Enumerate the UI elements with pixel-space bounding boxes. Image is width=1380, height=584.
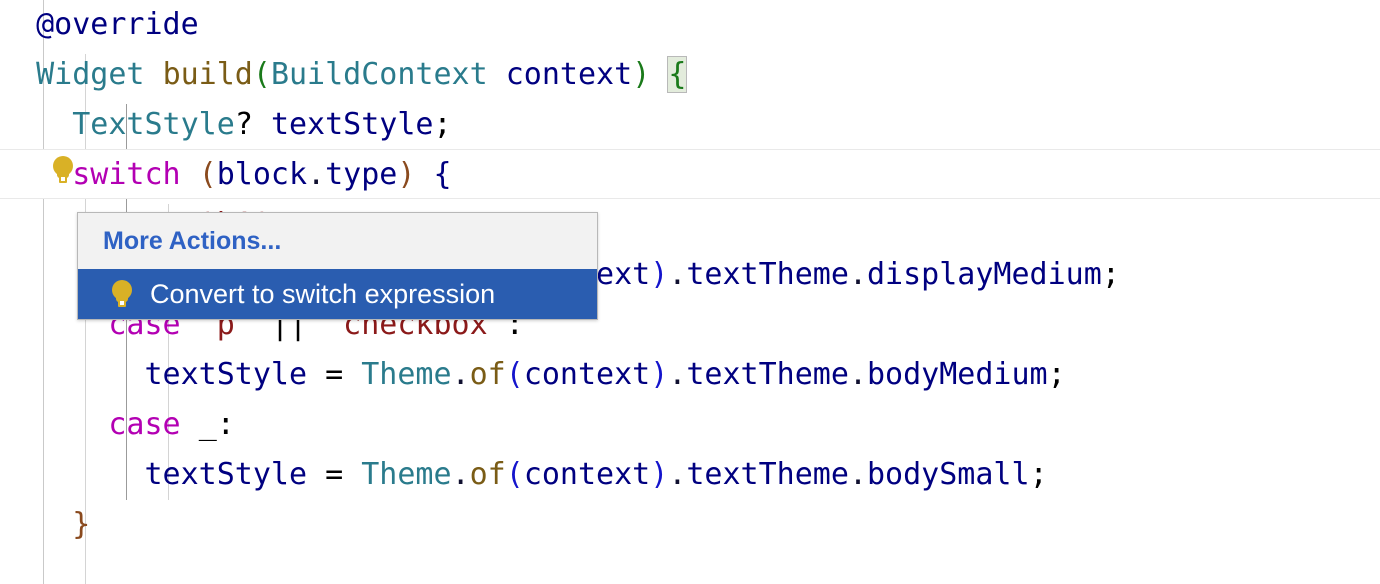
token-ident-texttheme: textTheme: [686, 257, 849, 292]
token-fn-of: of: [469, 457, 506, 492]
code-line-3[interactable]: switch (block.type) {: [0, 150, 1380, 200]
token-dot: .: [307, 157, 326, 192]
popup-item-label: Convert to switch expression: [150, 278, 496, 309]
token-fn-of: of: [469, 357, 506, 392]
token-paren-close: ): [650, 457, 669, 492]
token-dot: .: [668, 457, 687, 492]
token-ident-context: context: [523, 357, 651, 392]
token-dot: .: [848, 357, 867, 392]
token-paren-open: (: [505, 357, 524, 392]
token-keyword-case: case: [108, 407, 181, 442]
token-ident-textstyle: textStyle: [144, 357, 308, 392]
token-ident-displaymedium: displayMedium: [867, 257, 1102, 292]
token-wildcard: _: [198, 407, 217, 442]
token-dot: .: [668, 257, 687, 292]
token-paren-close: ): [650, 357, 669, 392]
token-dot: .: [848, 457, 867, 492]
token-type-theme: Theme: [361, 457, 452, 492]
token-paren-close: ): [632, 57, 651, 92]
token-dot: .: [668, 357, 687, 392]
token-ident-textstyle: textStyle: [270, 107, 434, 142]
token-paren-open: (: [252, 57, 271, 92]
token-brace-open-matched: {: [667, 56, 688, 93]
code-line-9[interactable]: textStyle = Theme.of(context).textTheme.…: [0, 450, 1380, 500]
code-line-8[interactable]: case _:: [0, 400, 1380, 450]
token-op-assign: =: [325, 457, 344, 492]
token-dot: .: [848, 257, 867, 292]
token-ident-bodymedium: bodyMedium: [867, 357, 1048, 392]
token-ident-texttheme: textTheme: [686, 457, 849, 492]
token-paren-open: (: [198, 157, 217, 192]
token-ident-context: context: [505, 57, 633, 92]
token-ident-texttheme: textTheme: [686, 357, 849, 392]
gutter-lightbulb-icon[interactable]: [52, 156, 74, 184]
token-dot: .: [451, 357, 470, 392]
token-keyword-switch: switch: [72, 157, 181, 192]
token-type-textstyle: TextStyle: [72, 107, 235, 142]
token-ident-block: block: [216, 157, 308, 192]
token-ident-type: type: [325, 157, 398, 192]
token-type-buildcontext: BuildContext: [270, 57, 488, 92]
token-brace-open: {: [433, 157, 452, 192]
code-line-7[interactable]: textStyle = Theme.of(context).textTheme.…: [0, 350, 1380, 400]
token-question: ?: [234, 107, 253, 142]
token-colon: :: [216, 407, 235, 442]
popup-item-convert-to-switch-expression[interactable]: Convert to switch expression: [78, 269, 597, 319]
code-line-0[interactable]: @override: [0, 0, 1380, 50]
popup-header-more-actions[interactable]: More Actions...: [78, 213, 597, 269]
token-paren-close: ): [650, 257, 669, 292]
code-line-1[interactable]: Widget build(BuildContext context) {: [0, 50, 1380, 100]
token-brace-close: }: [72, 507, 91, 542]
token-dot: .: [451, 457, 470, 492]
intention-actions-popup[interactable]: More Actions... Convert to switch expres…: [77, 212, 598, 320]
token-type-widget: Widget: [36, 57, 145, 92]
code-editor-screen: @override Widget build(BuildContext cont…: [0, 0, 1380, 584]
token-semicolon: ;: [1047, 357, 1066, 392]
token-op-assign: =: [325, 357, 344, 392]
token-fn-build: build: [162, 57, 253, 92]
token-ident-textstyle: textStyle: [144, 457, 308, 492]
token-paren-close: ): [397, 157, 416, 192]
token-annotation: @override: [36, 7, 199, 42]
token-paren-open: (: [505, 457, 524, 492]
token-type-theme: Theme: [361, 357, 452, 392]
code-line-2[interactable]: TextStyle? textStyle;: [0, 100, 1380, 150]
token-ident-bodysmall: bodySmall: [867, 457, 1030, 492]
token-semicolon: ;: [1029, 457, 1048, 492]
token-ident-context: context: [523, 457, 651, 492]
lightbulb-icon: [111, 280, 133, 308]
token-semicolon: ;: [1101, 257, 1120, 292]
token-semicolon: ;: [433, 107, 452, 142]
lightbulb-icon: [52, 156, 74, 184]
code-line-10[interactable]: }: [0, 500, 1380, 550]
